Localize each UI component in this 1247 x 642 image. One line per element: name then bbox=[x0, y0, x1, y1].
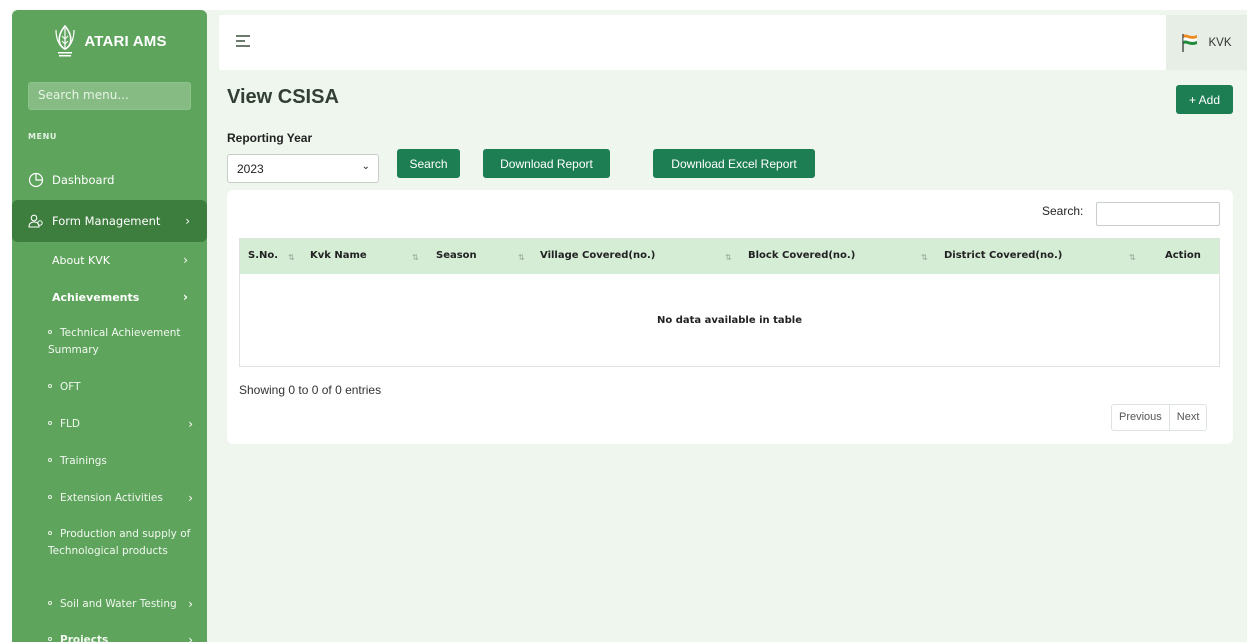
reporting-year-label: Reporting Year bbox=[227, 131, 313, 145]
chevron-right-icon: › bbox=[183, 290, 188, 304]
chevron-down-icon: ⌄ bbox=[361, 161, 370, 172]
pagination: Previous Next bbox=[1111, 404, 1208, 431]
sidebar-item-label: FLD bbox=[60, 418, 80, 430]
column-header-sno[interactable]: S.No. bbox=[248, 250, 278, 261]
sidebar-item-label: Production and supply of Technological p… bbox=[48, 528, 191, 557]
column-header-village-covered[interactable]: Village Covered(no.) bbox=[540, 250, 655, 261]
sidebar-item-label: Soil and Water Testing bbox=[60, 598, 177, 610]
column-header-district-covered[interactable]: District Covered(no.) bbox=[944, 250, 1062, 261]
sidebar-item-label: Extension Activities bbox=[60, 492, 163, 504]
sidebar-item-label: Trainings bbox=[60, 455, 107, 467]
menu-toggle-icon[interactable] bbox=[236, 35, 250, 47]
search-button[interactable]: Search bbox=[397, 149, 460, 178]
empty-table-message: No data available in table bbox=[656, 315, 803, 326]
bullet-icon bbox=[48, 637, 52, 641]
bullet-icon bbox=[48, 330, 52, 334]
table-search-input[interactable] bbox=[1096, 202, 1220, 226]
bullet-icon bbox=[48, 601, 52, 605]
sort-icon: ⇅ bbox=[412, 253, 419, 262]
sidebar-item-label: Technical Achievement Summary bbox=[48, 327, 181, 356]
chevron-right-icon: › bbox=[188, 597, 193, 611]
sidebar-item-achievements[interactable]: Achievements › bbox=[52, 289, 202, 306]
column-header-season[interactable]: Season bbox=[436, 250, 477, 261]
reporting-year-select[interactable]: 2023 ⌄ bbox=[227, 154, 379, 183]
sidebar-item-extension-activities[interactable]: Extension Activities › bbox=[48, 490, 198, 507]
selected-year: 2023 bbox=[237, 162, 264, 176]
sidebar-item-label: Form Management bbox=[52, 214, 161, 228]
column-header-block-covered[interactable]: Block Covered(no.) bbox=[748, 250, 855, 261]
pie-chart-icon bbox=[27, 171, 45, 189]
topbar: KVK bbox=[219, 15, 1247, 70]
bullet-icon bbox=[48, 458, 52, 462]
download-report-button[interactable]: Download Report bbox=[483, 149, 610, 178]
download-excel-report-button[interactable]: Download Excel Report bbox=[653, 149, 815, 178]
sort-icon: ⇅ bbox=[1129, 253, 1136, 262]
icar-wheat-logo-icon bbox=[52, 22, 78, 60]
data-table: S.No. ⇅ Kvk Name ⇅ Season ⇅ Village Cove… bbox=[239, 238, 1220, 367]
sidebar-item-form-management[interactable]: Form Management › bbox=[12, 200, 207, 242]
sort-icon: ⇅ bbox=[518, 253, 525, 262]
table-header: S.No. ⇅ Kvk Name ⇅ Season ⇅ Village Cove… bbox=[240, 239, 1219, 274]
user-menu[interactable]: KVK bbox=[1166, 15, 1247, 70]
next-page-button[interactable]: Next bbox=[1168, 405, 1207, 430]
sidebar-item-fld[interactable]: FLD › bbox=[48, 416, 198, 433]
users-icon bbox=[27, 212, 45, 230]
table-info: Showing 0 to 0 of 0 entries bbox=[239, 383, 382, 397]
sort-icon: ⇅ bbox=[288, 253, 295, 262]
chevron-right-icon: › bbox=[183, 253, 188, 267]
chevron-right-icon: › bbox=[188, 491, 193, 505]
sidebar: ATARI AMS Search menu... MENU Dashboard … bbox=[12, 10, 207, 642]
sidebar-item-label: About KVK bbox=[52, 254, 110, 267]
column-header-action: Action bbox=[1165, 250, 1201, 261]
bullet-icon bbox=[48, 421, 52, 425]
user-label: KVK bbox=[1208, 36, 1232, 49]
sidebar-item-trainings[interactable]: Trainings bbox=[48, 453, 198, 470]
sidebar-item-dashboard[interactable]: Dashboard bbox=[12, 168, 207, 192]
sidebar-item-label: OFT bbox=[60, 381, 81, 393]
brand[interactable]: ATARI AMS bbox=[12, 10, 207, 72]
chevron-right-icon: › bbox=[188, 633, 193, 642]
sidebar-item-about-kvk[interactable]: About KVK › bbox=[52, 252, 202, 269]
bullet-icon bbox=[48, 495, 52, 499]
search-menu-input[interactable]: Search menu... bbox=[28, 82, 191, 110]
sidebar-item-label: Projects bbox=[60, 634, 109, 642]
sidebar-item-label: Achievements bbox=[52, 291, 140, 304]
sort-icon: ⇅ bbox=[725, 253, 732, 262]
menu-heading: MENU bbox=[28, 132, 58, 141]
app-shell: ATARI AMS Search menu... MENU Dashboard … bbox=[12, 10, 1247, 642]
sidebar-item-soil-water-testing[interactable]: Soil and Water Testing › bbox=[48, 596, 198, 613]
bullet-icon bbox=[48, 384, 52, 388]
chevron-right-icon: › bbox=[188, 417, 193, 431]
add-button[interactable]: + Add bbox=[1176, 85, 1233, 114]
page-title: View CSISA bbox=[227, 86, 339, 108]
chevron-right-icon: › bbox=[185, 214, 190, 228]
brand-name: ATARI AMS bbox=[84, 32, 167, 50]
table-card: Search: S.No. ⇅ Kvk Name ⇅ Season ⇅ Vill… bbox=[227, 190, 1233, 444]
bullet-icon bbox=[48, 531, 52, 535]
sidebar-item-oft[interactable]: OFT bbox=[48, 379, 198, 396]
sidebar-item-label: Dashboard bbox=[52, 173, 115, 187]
table-search-label: Search: bbox=[1042, 204, 1084, 218]
flag-icon bbox=[1181, 33, 1199, 53]
sidebar-item-technical-achievement[interactable]: Technical Achievement Summary bbox=[48, 325, 198, 358]
sidebar-item-production-supply[interactable]: Production and supply of Technological p… bbox=[48, 526, 198, 559]
sidebar-item-projects[interactable]: Projects › bbox=[48, 632, 198, 642]
previous-page-button[interactable]: Previous bbox=[1112, 405, 1169, 430]
sort-icon: ⇅ bbox=[921, 253, 928, 262]
column-header-kvk-name[interactable]: Kvk Name bbox=[310, 250, 367, 261]
